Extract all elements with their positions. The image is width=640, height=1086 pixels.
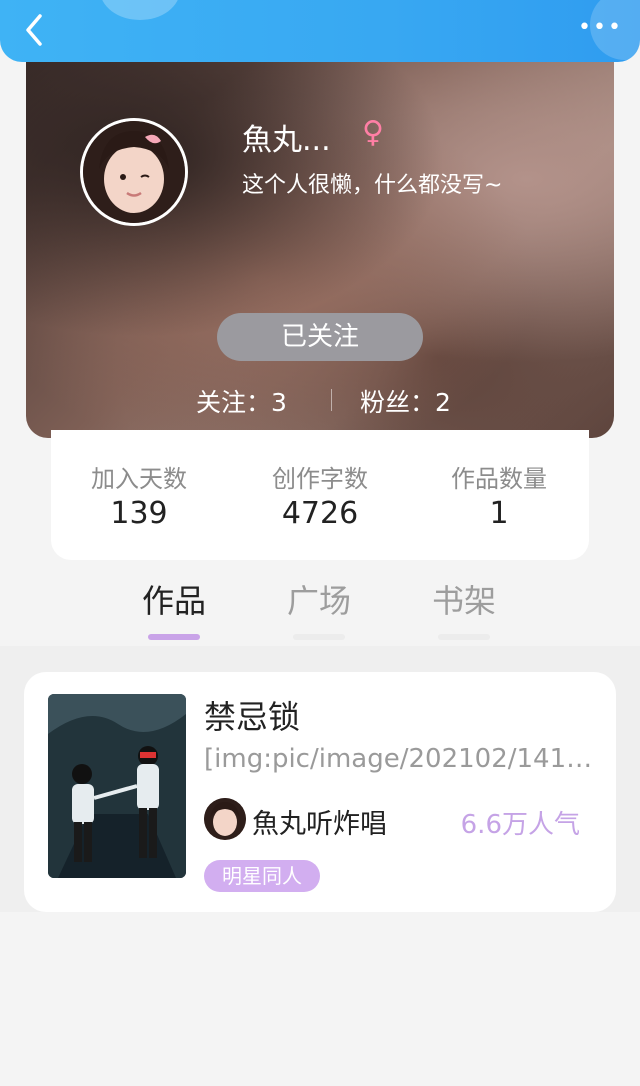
tab-label: 作品: [141, 582, 206, 620]
following-count[interactable]: 关注：3: [196, 383, 287, 419]
avatar[interactable]: [80, 118, 188, 226]
stat-value: 4726: [281, 496, 359, 531]
back-button[interactable]: [18, 10, 58, 50]
tab-indicator: [438, 634, 490, 640]
decor-bubble: [100, 0, 180, 20]
category-tag[interactable]: 明星同人: [204, 860, 320, 892]
work-description: [img:pic/image/202102/1416/1...: [204, 744, 604, 774]
follow-button[interactable]: 已关注: [217, 313, 423, 361]
follow-counts: 关注：3 粉丝：2: [0, 383, 640, 417]
tab-bookshelf[interactable]: 书架: [409, 576, 519, 640]
stat-label: 作品数量: [451, 465, 547, 493]
author-avatar[interactable]: [204, 798, 246, 840]
work-card[interactable]: 禁忌锁 [img:pic/image/202102/1416/1... 魚丸听炸…: [24, 672, 616, 912]
tab-label: 书架: [431, 582, 496, 620]
female-icon: ♀: [362, 115, 384, 150]
stats-card: 加入天数 139 创作字数 4726 作品数量 1: [51, 430, 589, 560]
more-icon: •••: [578, 15, 623, 40]
avatar-image: [83, 121, 185, 223]
stat-value: 1: [489, 496, 509, 531]
divider: [331, 389, 332, 411]
profile-header-card: [26, 40, 614, 438]
fans-count[interactable]: 粉丝：2: [360, 383, 451, 419]
tab-indicator: [293, 634, 345, 640]
author-avatar-image: [204, 798, 246, 840]
stat-join-days: 加入天数 139: [69, 464, 209, 534]
stat-word-count: 创作字数 4726: [250, 464, 390, 534]
stat-label: 创作字数: [272, 465, 368, 493]
popularity-count: 6.6万人气: [460, 810, 580, 840]
user-bio: 这个人很懒，什么都没写~: [242, 173, 503, 198]
cover-image: [48, 694, 186, 878]
stat-value: 139: [110, 496, 168, 531]
work-title[interactable]: 禁忌锁: [204, 692, 300, 738]
more-button[interactable]: •••: [578, 17, 621, 39]
work-cover[interactable]: [48, 694, 186, 878]
top-bar: [0, 0, 640, 62]
stat-label: 加入天数: [91, 465, 187, 493]
chevron-left-icon: [26, 14, 42, 46]
author-name[interactable]: 魚丸听炸唱: [252, 802, 387, 841]
tab-square[interactable]: 广场: [264, 576, 374, 640]
username: 魚丸...: [242, 123, 331, 158]
tab-label: 广场: [286, 582, 351, 620]
tab-works[interactable]: 作品: [119, 576, 229, 640]
tab-indicator: [148, 634, 200, 640]
tab-bar: 作品 广场 书架: [0, 570, 640, 640]
stat-work-count: 作品数量 1: [429, 464, 569, 534]
